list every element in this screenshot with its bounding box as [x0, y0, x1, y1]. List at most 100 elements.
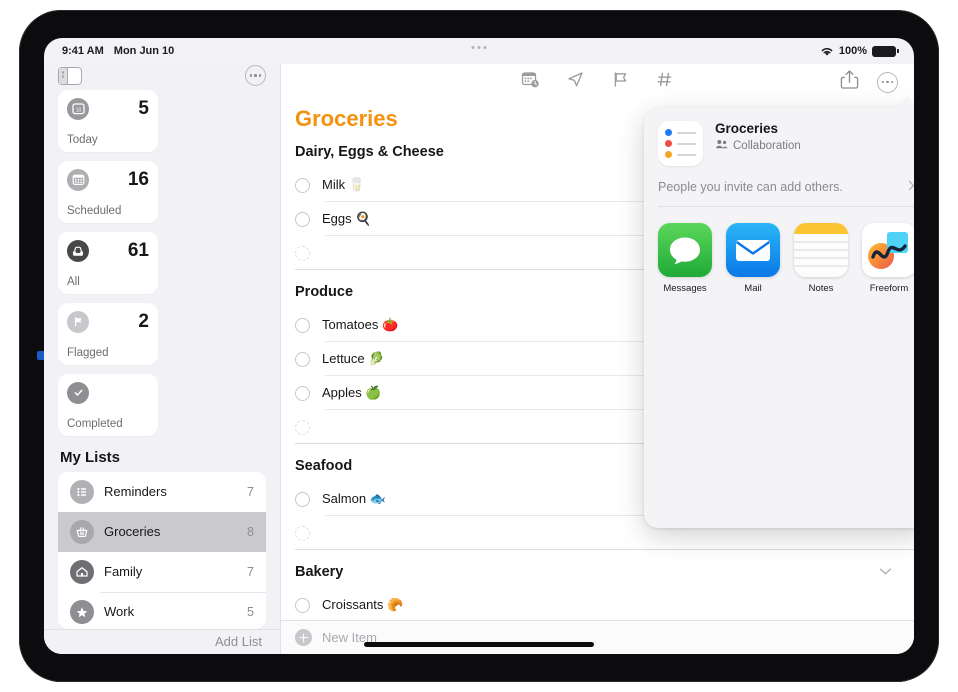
- list-thumbnail-icon: [658, 121, 703, 166]
- calendar-clock-icon[interactable]: [521, 70, 540, 94]
- scheduled-calendar-icon: [67, 168, 89, 191]
- sidebar-item-groceries[interactable]: Groceries 8: [58, 511, 266, 552]
- my-lists-container: Reminders 7 Groceries 8 Family 7 Work 5: [58, 471, 266, 629]
- smart-list-scheduled[interactable]: 16 Scheduled: [58, 160, 158, 223]
- checkbox-icon[interactable]: [295, 317, 310, 333]
- freeform-icon: [862, 223, 914, 277]
- detail-more-icon[interactable]: [877, 71, 898, 93]
- reminder-text: Lettuce 🥬: [322, 351, 385, 366]
- bullet-dot: [665, 151, 672, 158]
- battery-icon: [872, 45, 899, 57]
- toolbar-right-group: [840, 69, 898, 95]
- smart-card-top: 2: [67, 310, 149, 333]
- bullet-line: [677, 131, 696, 134]
- smart-list-label: All: [67, 275, 80, 288]
- dot: [890, 80, 894, 84]
- hashtag-icon[interactable]: [656, 70, 675, 94]
- invite-permissions-text: People you invite can add others.: [658, 180, 843, 194]
- sidebar-item-count: 7: [247, 564, 254, 579]
- location-arrow-icon[interactable]: [566, 70, 585, 94]
- checkbox-icon[interactable]: [295, 597, 310, 613]
- sidebar-item-work[interactable]: Work 5: [58, 591, 266, 629]
- invite-permissions-row[interactable]: People you invite can add others.: [658, 180, 914, 207]
- smart-list-completed[interactable]: Completed: [58, 373, 158, 436]
- new-item-bar[interactable]: New Item: [281, 620, 914, 654]
- dot: [471, 46, 475, 49]
- basket-icon: [70, 519, 94, 544]
- smart-card-top: 10 5: [67, 97, 149, 120]
- status-bar-right: 100%: [820, 45, 899, 57]
- ipad-device-frame: 9:41 AM Mon Jun 10 100% 10 5 Today 16 Sc…: [19, 10, 939, 682]
- today-calendar-icon: 10: [67, 97, 89, 120]
- share-header-text: Groceries Collaboration: [715, 121, 801, 152]
- smart-list-label: Flagged: [67, 346, 109, 359]
- add-list-button[interactable]: Add List: [215, 634, 262, 649]
- reminder-text: Tomatoes 🍅: [322, 317, 399, 332]
- dot: [483, 46, 487, 49]
- share-sheet[interactable]: Groceries Collaboration People you invit…: [644, 108, 914, 528]
- sidebar: 10 5 Today 16 Scheduled 61 All 2 Flagged…: [44, 64, 280, 654]
- flag-icon: [67, 310, 89, 333]
- sidebar-item-label: Reminders: [104, 484, 167, 500]
- section-title: Dairy, Eggs & Cheese: [295, 144, 444, 160]
- sidebar-toggle-icon[interactable]: [58, 66, 82, 85]
- checkbox-icon[interactable]: [295, 351, 310, 367]
- sidebar-item-count: 5: [247, 604, 254, 619]
- share-app-notes[interactable]: Notes: [794, 223, 848, 294]
- checkbox-placeholder-icon: [295, 525, 310, 541]
- star-icon: [70, 599, 94, 624]
- chevron-right-icon: [908, 180, 914, 194]
- section-title: Bakery: [295, 564, 344, 580]
- home-indicator[interactable]: [364, 642, 594, 647]
- sidebar-footer: Add List: [44, 628, 280, 654]
- dot: [249, 74, 253, 78]
- share-app-freeform[interactable]: Freeform: [862, 223, 914, 294]
- mail-icon: [726, 223, 780, 277]
- list-bullet-icon: [70, 479, 94, 504]
- dot: [477, 46, 481, 49]
- status-bar: 9:41 AM Mon Jun 10 100%: [44, 38, 914, 64]
- svg-text:10: 10: [75, 107, 81, 113]
- flag-icon[interactable]: [611, 70, 630, 94]
- reminder-item[interactable]: Croissants 🥐: [295, 588, 914, 620]
- house-icon: [70, 559, 94, 584]
- share-header: Groceries Collaboration: [644, 108, 914, 166]
- notes-icon: [794, 223, 848, 277]
- all-inbox-icon: [67, 239, 89, 262]
- checkbox-icon[interactable]: [295, 177, 310, 193]
- smart-card-top: [67, 381, 149, 404]
- sidebar-item-label: Work: [104, 604, 135, 620]
- section-title: Produce: [295, 284, 354, 300]
- status-date: Mon Jun 10: [113, 45, 175, 57]
- my-lists-heading: My Lists: [60, 448, 121, 466]
- share-subtitle: Collaboration: [733, 139, 801, 152]
- chevron-down-icon[interactable]: [879, 564, 892, 580]
- share-app-messages[interactable]: Messages: [658, 223, 712, 294]
- smart-list-flagged[interactable]: 2 Flagged: [58, 302, 158, 365]
- smart-list-label: Today: [67, 133, 98, 146]
- checkbox-icon[interactable]: [295, 491, 310, 507]
- sidebar-item-family[interactable]: Family 7: [58, 552, 266, 592]
- people-icon: [715, 139, 728, 152]
- plus-circle-icon[interactable]: [295, 629, 312, 646]
- checkbox-placeholder-icon: [295, 419, 310, 435]
- sidebar-more-icon[interactable]: [245, 65, 266, 87]
- reminder-text: Milk 🥛: [322, 177, 365, 192]
- checkbox-icon[interactable]: [295, 211, 310, 227]
- reminder-text: Apples 🍏: [322, 385, 382, 400]
- share-app-row: Messages Mail Notes Freeform: [644, 207, 914, 294]
- sidebar-item-reminders[interactable]: Reminders 7: [58, 472, 266, 512]
- share-app-label: Freeform: [869, 283, 909, 294]
- battery-percentage: 100%: [838, 45, 867, 57]
- smart-list-today[interactable]: 10 5 Today: [58, 89, 158, 152]
- share-app-mail[interactable]: Mail: [726, 223, 780, 294]
- checkbox-icon[interactable]: [295, 385, 310, 401]
- multitasking-control[interactable]: [471, 46, 487, 49]
- smart-list-count: 5: [138, 98, 149, 120]
- thumbnail-row: [665, 151, 696, 158]
- share-icon[interactable]: [840, 69, 859, 95]
- checkmark-icon: [67, 381, 89, 404]
- smart-list-all[interactable]: 61 All: [58, 231, 158, 294]
- sidebar-item-count: 8: [247, 524, 254, 539]
- wifi-icon: [820, 46, 834, 57]
